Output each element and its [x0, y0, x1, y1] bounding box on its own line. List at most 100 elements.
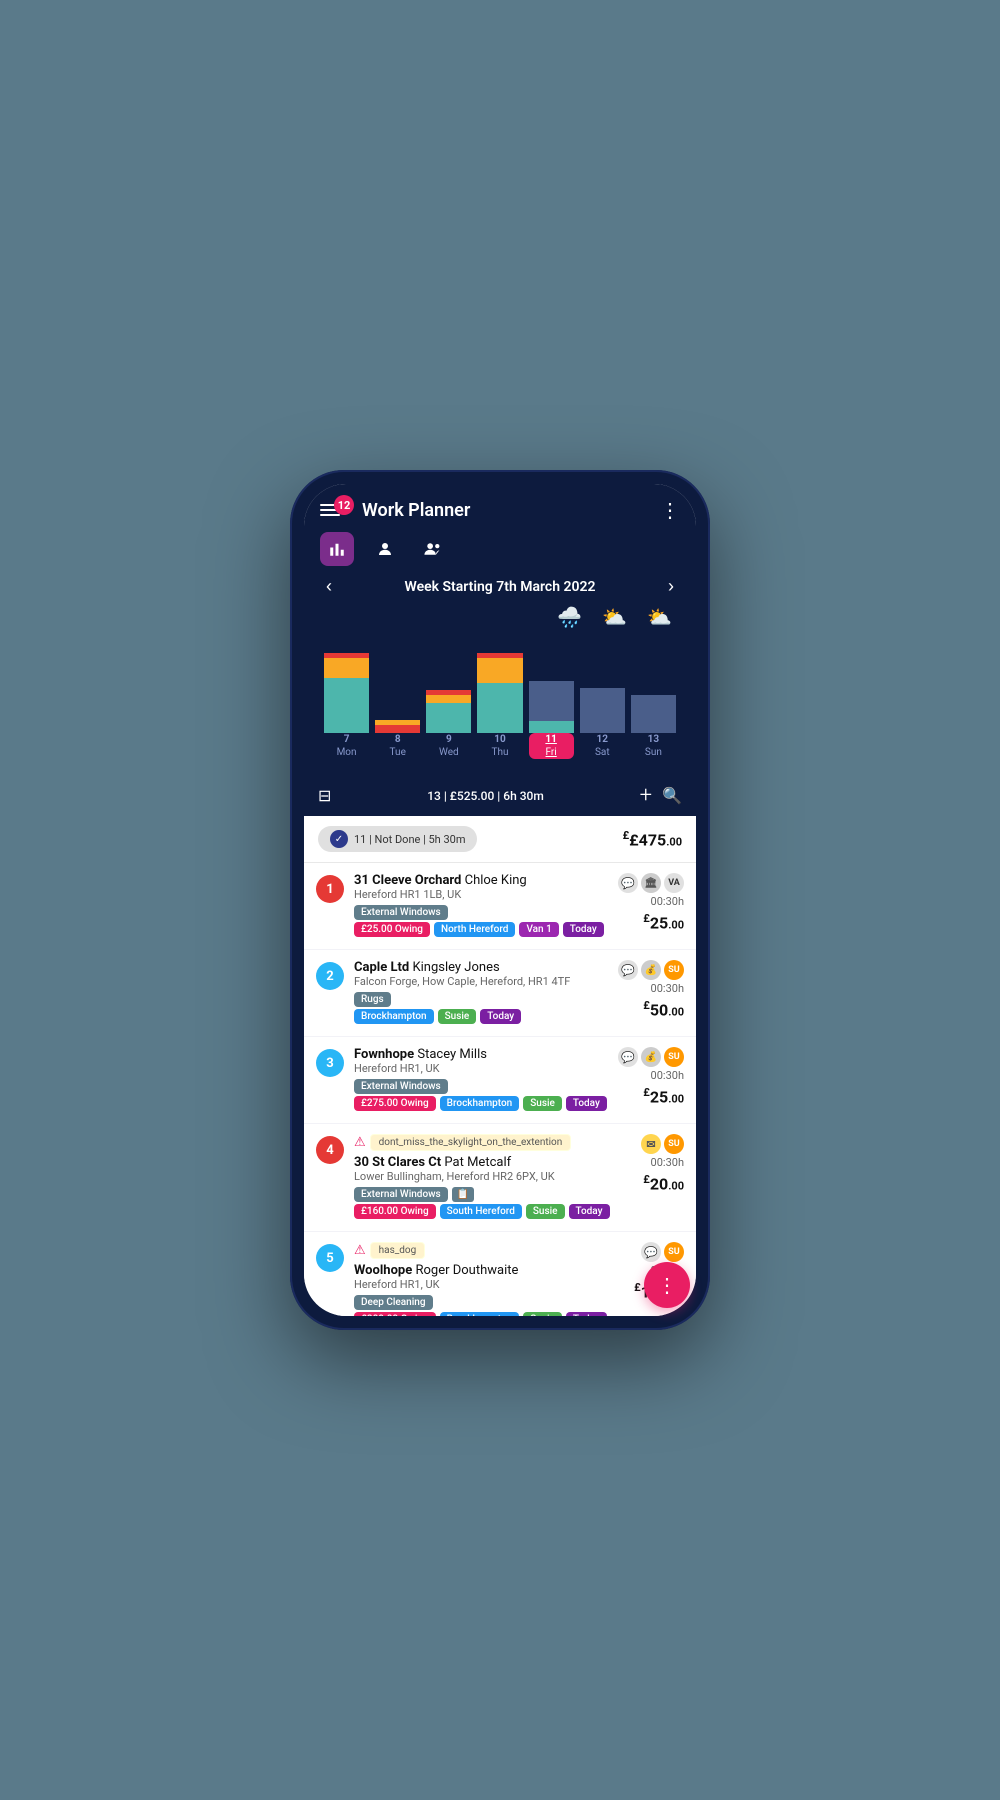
su-avatar: SU [664, 1047, 684, 1067]
summary-price: ££475.00 [623, 829, 682, 849]
job-name: 31 Cleeve Orchard Chloe King [354, 873, 608, 888]
weather-row: 🌧️ ⛅ ⛅ [320, 605, 680, 629]
job-item-1[interactable]: 1 31 Cleeve Orchard Chloe King Hereford … [304, 863, 696, 949]
job-tag[interactable]: £275.00 Owing [354, 1096, 436, 1111]
header: 12 Work Planner ⋮ ‹ [304, 484, 696, 775]
job-tag[interactable]: £300.00 Owing [354, 1312, 436, 1316]
bar-chart [320, 633, 680, 733]
job-customer: Pat Metcalf [444, 1155, 511, 1170]
summary-bar: ✓ 11 | Not Done | 5h 30m ££475.00 [304, 816, 696, 863]
tab-group[interactable] [416, 532, 450, 566]
su-avatar: SU [664, 960, 684, 980]
day-label-9[interactable]: 9Wed [426, 733, 471, 759]
job-price: £25.00 [643, 912, 684, 932]
job-tag[interactable]: Susie [526, 1204, 565, 1219]
job-tag[interactable]: Deep Cleaning [354, 1295, 433, 1310]
bar-group-11[interactable] [529, 681, 574, 733]
week-nav: ‹ Week Starting 7th March 2022 › [320, 576, 680, 597]
filter-icon[interactable]: ⊟ [318, 786, 331, 805]
job-tag[interactable]: £25.00 Owing [354, 922, 430, 937]
job-content: Caple Ltd Kingsley Jones Falcon Forge, H… [354, 960, 608, 1026]
alert-text: has_dog [370, 1242, 426, 1259]
job-tag[interactable]: Today [563, 922, 604, 937]
job-tag[interactable]: Van 1 [519, 922, 558, 937]
bar-group-10[interactable] [477, 653, 522, 733]
job-tag[interactable]: Rugs [354, 992, 391, 1007]
job-meta: 💬🏛VA 00:30h £25.00 [618, 873, 684, 939]
job-tags: External Windows [354, 905, 608, 920]
weather-sun: ⛅ [647, 605, 672, 629]
day-label-8[interactable]: 8Tue [375, 733, 420, 759]
next-week-button[interactable]: › [662, 576, 680, 597]
phone-frame: 12 Work Planner ⋮ ‹ [290, 470, 710, 1330]
job-item-4[interactable]: 4 ⚠ dont_miss_the_skylight_on_the_extent… [304, 1124, 696, 1231]
prev-week-button[interactable]: ‹ [320, 576, 338, 597]
day-label-10[interactable]: 10Thu [477, 733, 522, 759]
job-tags: Rugs [354, 992, 608, 1007]
day-label-13[interactable]: 13Sun [631, 733, 676, 759]
tab-chart[interactable] [320, 532, 354, 566]
menu-button[interactable]: 12 [320, 504, 354, 516]
day-label-12[interactable]: 12Sat [580, 733, 625, 759]
job-tag[interactable]: Today [480, 1009, 521, 1024]
bar-group-13[interactable] [631, 695, 676, 733]
job-number: 1 [316, 875, 344, 903]
job-icons: 💬💰SU [618, 960, 684, 980]
job-tag[interactable]: Brockhampton [354, 1009, 434, 1024]
summary-text: 11 | Not Done | 5h 30m [354, 833, 465, 846]
job-meta: ✉SU 00:30h £20.00 [641, 1134, 684, 1221]
job-tag[interactable]: North Hereford [434, 922, 515, 937]
job-tag[interactable]: Today [566, 1312, 607, 1316]
job-tags-extra: £25.00 Owing North Hereford Van 1 Today [354, 922, 608, 937]
tab-person[interactable] [368, 532, 402, 566]
alert-text: dont_miss_the_skylight_on_the_extention [370, 1134, 572, 1151]
bar-group-7[interactable] [324, 653, 369, 733]
job-list: ✓ 11 | Not Done | 5h 30m ££475.00 1 31 C… [304, 816, 696, 1316]
job-tag[interactable]: External Windows [354, 1187, 448, 1202]
job-time: 00:30h [651, 895, 684, 908]
job-tags-extra: £160.00 Owing South Hereford Susie Today [354, 1204, 631, 1219]
job-tag[interactable]: Susie [523, 1312, 562, 1316]
job-time: 00:30h [651, 1156, 684, 1169]
job-tag[interactable]: Brockhampton [440, 1096, 520, 1111]
job-item-5[interactable]: 5 ⚠ has_dog Woolhope Roger Douthwaite He… [304, 1232, 696, 1316]
job-item-3[interactable]: 3 Fownhope Stacey Mills Hereford HR1, UK… [304, 1037, 696, 1123]
job-number: 2 [316, 962, 344, 990]
add-job-button[interactable]: + [640, 783, 652, 808]
job-address: Hereford HR1, UK [354, 1062, 608, 1075]
job-content: 31 Cleeve Orchard Chloe King Hereford HR… [354, 873, 608, 939]
more-menu-button[interactable]: ⋮ [660, 498, 680, 522]
job-tags: Deep Cleaning [354, 1295, 624, 1310]
job-price: £50.00 [643, 999, 684, 1019]
summary-pill: ✓ 11 | Not Done | 5h 30m [318, 826, 477, 852]
job-icons: 💬🏛VA [618, 873, 684, 893]
job-tag[interactable]: £160.00 Owing [354, 1204, 436, 1219]
job-alert: ⚠ has_dog [354, 1242, 624, 1259]
bar-group-12[interactable] [580, 688, 625, 733]
fab-button[interactable]: ⋮ [644, 1262, 690, 1308]
day-label-11[interactable]: 11Fri [529, 733, 574, 759]
job-tags: External Windows 📋 [354, 1187, 631, 1202]
job-item-2[interactable]: 2 Caple Ltd Kingsley Jones Falcon Forge,… [304, 950, 696, 1036]
message-icon: 💬 [618, 873, 638, 893]
job-tag[interactable]: Brockhampton [440, 1312, 520, 1316]
job-tag[interactable]: South Hereford [440, 1204, 522, 1219]
job-content: Fownhope Stacey Mills Hereford HR1, UK E… [354, 1047, 608, 1113]
job-tag[interactable]: External Windows [354, 1079, 448, 1094]
day-label-7[interactable]: 7Mon [324, 733, 369, 759]
bar-group-9[interactable] [426, 690, 471, 733]
search-button[interactable]: 🔍 [662, 786, 682, 805]
job-name: Caple Ltd Kingsley Jones [354, 960, 608, 975]
job-tag[interactable]: Today [569, 1204, 610, 1219]
job-tags-extra: £300.00 Owing BrockhamptonSusie Today [354, 1312, 624, 1316]
job-tag[interactable]: Susie [523, 1096, 562, 1111]
job-tag[interactable]: Susie [438, 1009, 477, 1024]
job-name: 30 St Clares Ct Pat Metcalf [354, 1155, 631, 1170]
job-tag[interactable]: Today [566, 1096, 607, 1111]
toolbar: ⊟ 13 | £525.00 | 6h 30m + 🔍 [304, 775, 696, 816]
weather-sat: ⛅ [602, 605, 627, 629]
job-address: Hereford HR1 1LB, UK [354, 888, 608, 901]
job-tags-extra: £275.00 Owing BrockhamptonSusie Today [354, 1096, 608, 1111]
bar-group-8[interactable] [375, 720, 420, 733]
job-tag[interactable]: External Windows [354, 905, 448, 920]
